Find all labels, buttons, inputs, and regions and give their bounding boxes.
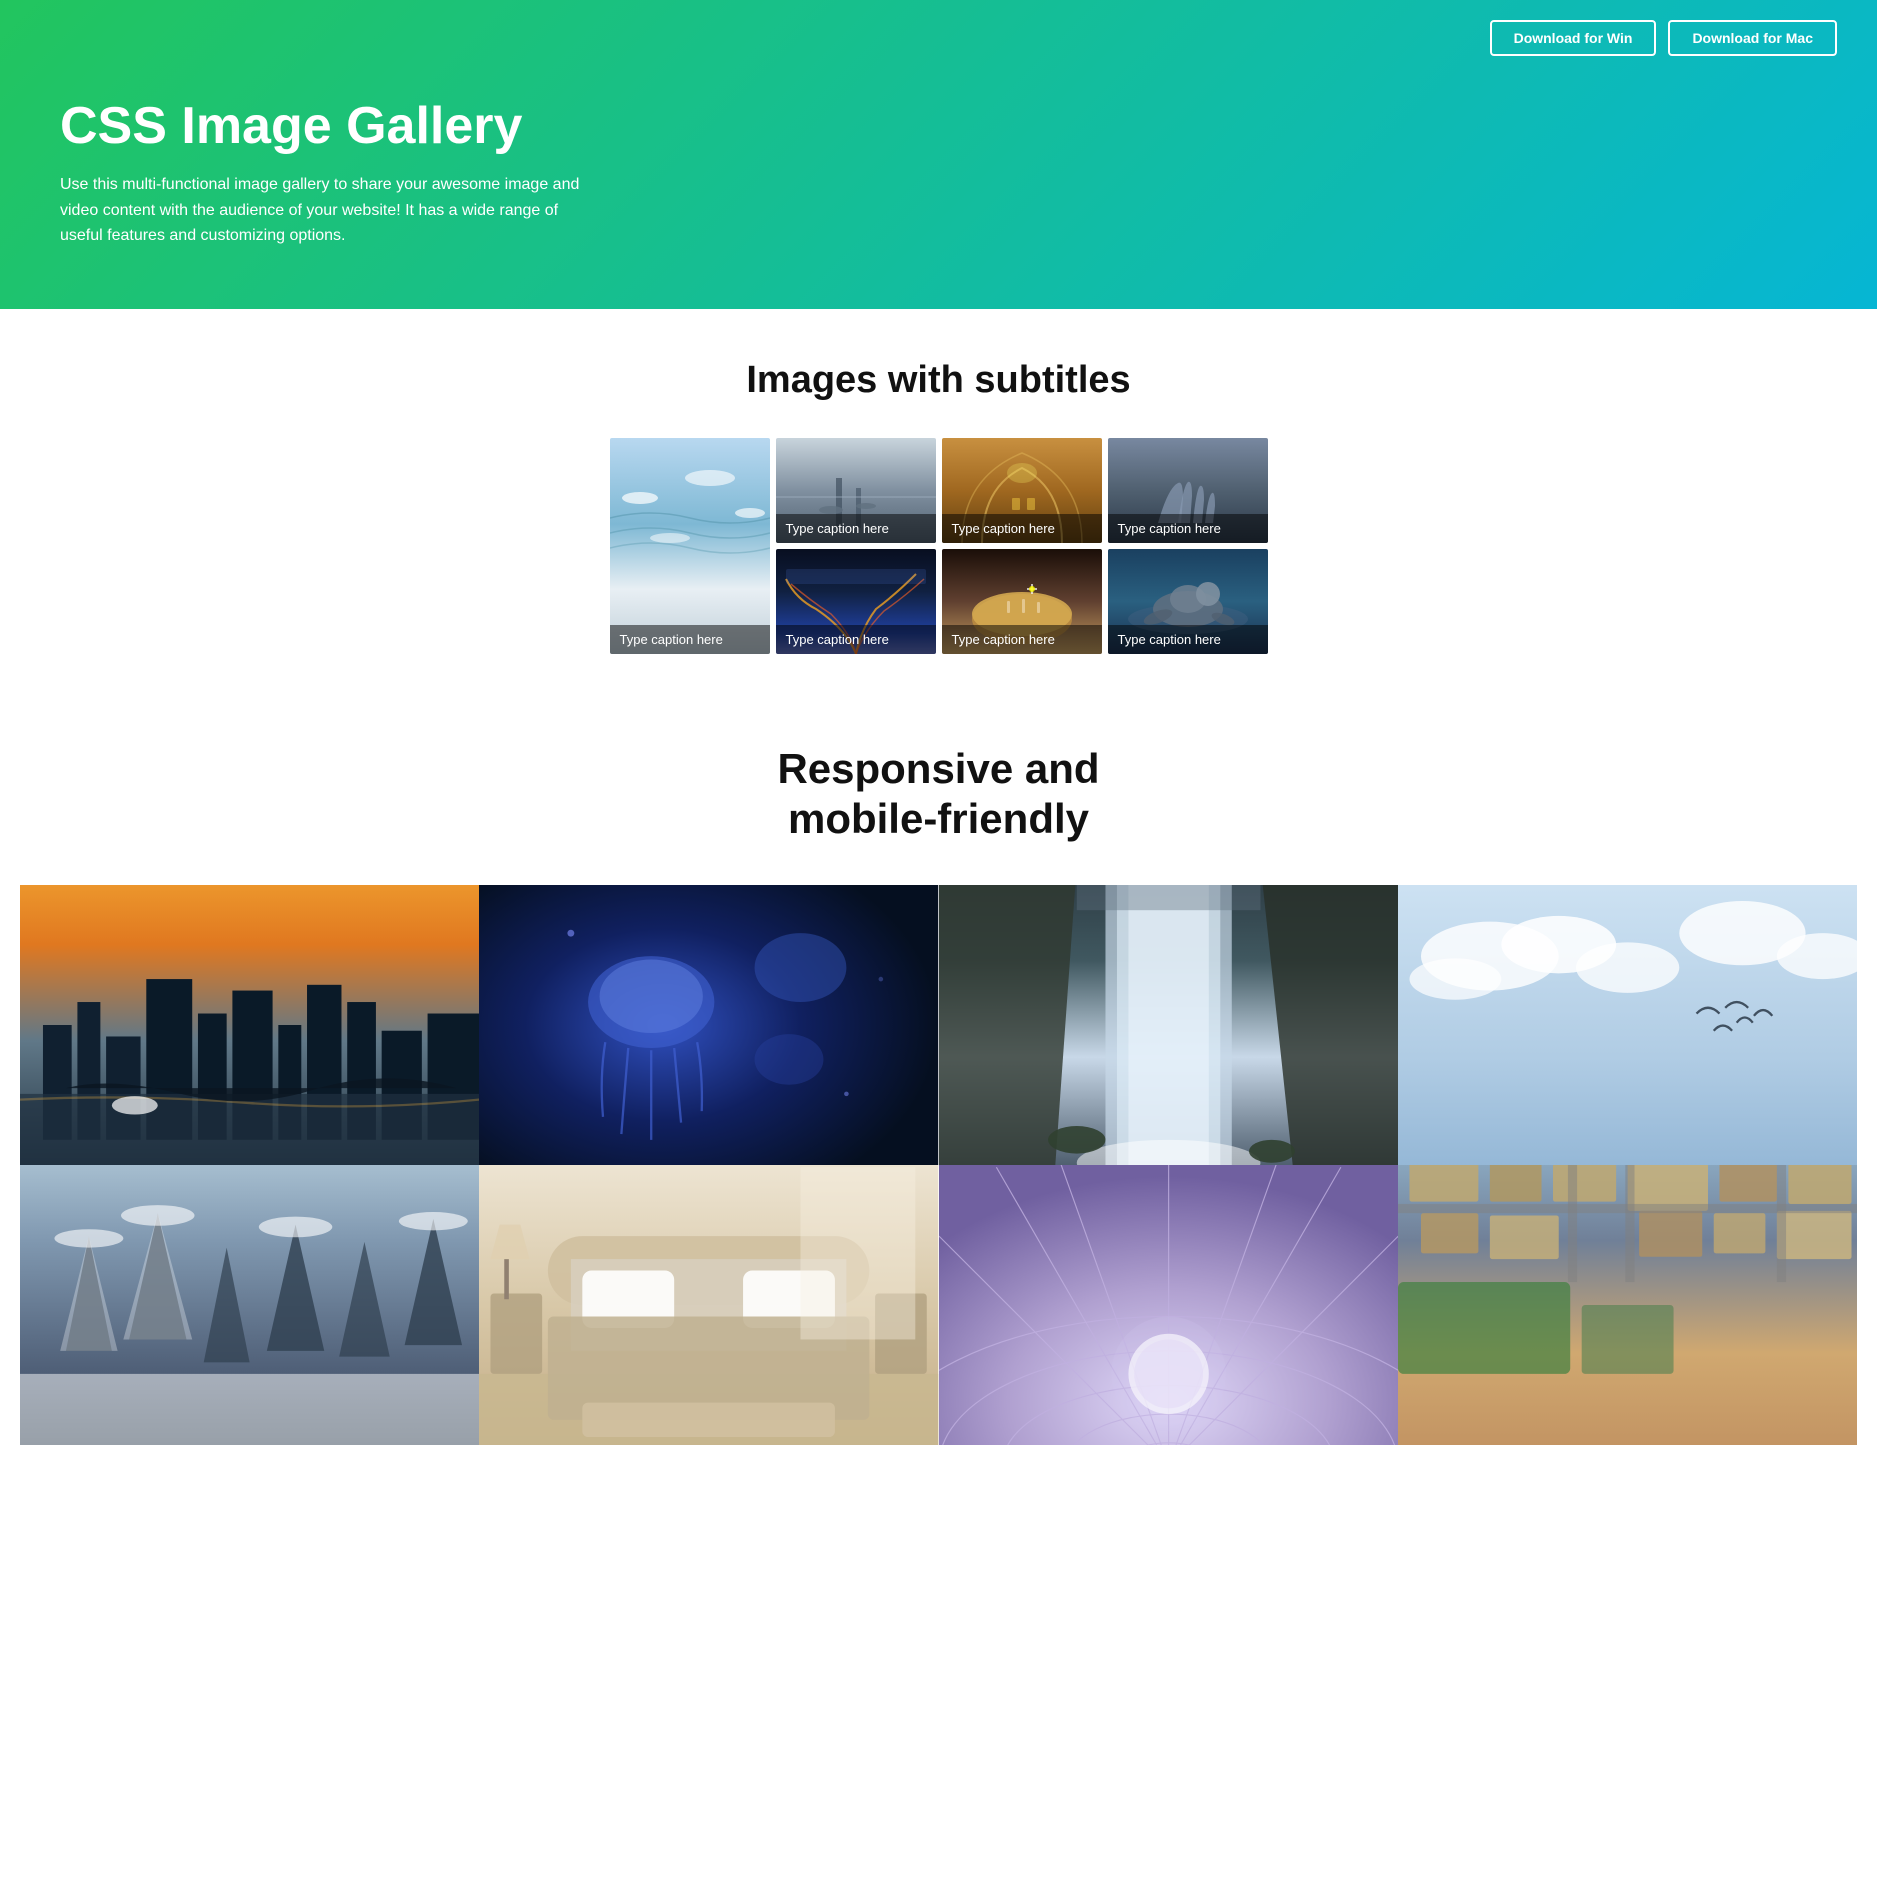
city-sunset-image — [20, 885, 479, 1165]
header-content: CSS Image Gallery Use this multi-functio… — [40, 96, 1837, 249]
gallery-section: Images with subtitles — [0, 309, 1877, 694]
mosaic-item-snowy-forest[interactable] — [20, 1165, 479, 1445]
download-mac-button[interactable]: Download for Mac — [1668, 20, 1837, 56]
mosaic-item-dome[interactable] — [939, 1165, 1398, 1445]
gallery-caption-7: Type caption here — [1108, 625, 1268, 654]
gallery-caption-2: Type caption here — [776, 514, 936, 543]
gallery-item-1[interactable]: Type caption here — [610, 438, 770, 654]
waterfall-image — [939, 885, 1398, 1165]
gallery-section-title: Images with subtitles — [20, 359, 1857, 402]
gallery-grid: Type caption here — [20, 438, 1857, 654]
jellyfish-image — [479, 885, 938, 1165]
gallery-item-5[interactable]: Type caption here — [776, 549, 936, 654]
responsive-section-title: Responsive andmobile-friendly — [20, 744, 1857, 845]
mosaic-item-birds-sky[interactable] — [1398, 885, 1857, 1165]
dome-image — [939, 1165, 1398, 1445]
gallery-item-6[interactable]: Type caption here — [942, 549, 1102, 654]
mosaic-grid — [20, 885, 1857, 1445]
download-win-button[interactable]: Download for Win — [1490, 20, 1657, 56]
snowy-forest-image — [20, 1165, 479, 1445]
aerial-ocean-image — [610, 438, 770, 654]
gallery-item-4[interactable]: Type caption here — [1108, 438, 1268, 543]
page-title: CSS Image Gallery — [60, 96, 1837, 156]
header-nav: Download for Win Download for Mac — [40, 20, 1837, 56]
birds-sky-image — [1398, 885, 1857, 1165]
gallery-caption-3: Type caption here — [942, 514, 1102, 543]
mosaic-item-waterfall[interactable] — [939, 885, 1398, 1165]
gallery-caption-4: Type caption here — [1108, 514, 1268, 543]
gallery-item-7[interactable]: Type caption here — [1108, 549, 1268, 654]
bedroom-image — [479, 1165, 938, 1445]
gallery-caption-6: Type caption here — [942, 625, 1102, 654]
responsive-section: Responsive andmobile-friendly — [0, 694, 1877, 1445]
gallery-item-3[interactable]: Type caption here — [942, 438, 1102, 543]
gallery-caption-1: Type caption here — [610, 625, 770, 654]
mosaic-item-city-sunset[interactable] — [20, 885, 479, 1165]
gallery-item-2[interactable]: Type caption here — [776, 438, 936, 543]
mosaic-item-city-aerial[interactable] — [1398, 1165, 1857, 1445]
city-aerial-image — [1398, 1165, 1857, 1445]
header-description: Use this multi-functional image gallery … — [60, 172, 600, 249]
mosaic-item-jellyfish[interactable] — [479, 885, 938, 1165]
mosaic-item-bedroom[interactable] — [479, 1165, 938, 1445]
page-header: Download for Win Download for Mac CSS Im… — [0, 0, 1877, 309]
gallery-caption-5: Type caption here — [776, 625, 936, 654]
